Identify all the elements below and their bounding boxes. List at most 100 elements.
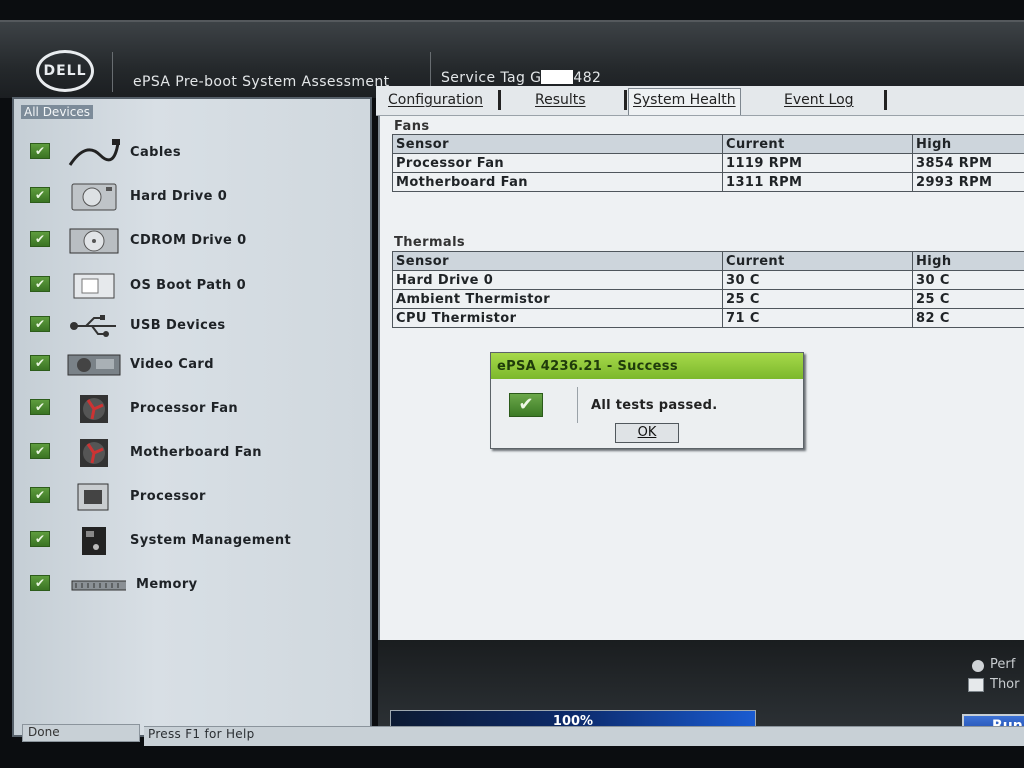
table-header-row: Sensor Current High <box>392 251 1024 271</box>
video-card-icon <box>66 349 122 381</box>
device-item[interactable]: ✔ CDROM Drive 0 <box>14 225 354 259</box>
thor-checkbox[interactable] <box>968 678 984 692</box>
dialog-message: All tests passed. <box>591 398 718 413</box>
table-cell: 82 C <box>912 308 1024 328</box>
thor-option-label: Thor <box>990 677 1020 692</box>
fans-table: Sensor Current High Processor Fan 1119 R… <box>392 134 1024 192</box>
table-cell: 1311 RPM <box>722 172 913 192</box>
column-header-high: High <box>912 134 1024 154</box>
device-item[interactable]: ✔ OS Boot Path 0 <box>14 270 354 304</box>
check-icon: ✔ <box>509 393 543 417</box>
fans-section-title: Fans <box>394 119 430 134</box>
tab-separator <box>498 90 501 110</box>
device-checkbox[interactable]: ✔ <box>30 487 50 503</box>
device-checkbox[interactable]: ✔ <box>30 355 50 371</box>
table-cell: 25 C <box>912 289 1024 309</box>
device-item[interactable]: ✔ Video Card <box>14 349 354 383</box>
header-divider <box>112 52 113 92</box>
table-cell: 2993 RPM <box>912 172 1024 192</box>
fan-icon <box>66 393 122 425</box>
tab-separator <box>624 90 627 110</box>
table-cell: 3854 RPM <box>912 153 1024 173</box>
table-cell: 30 C <box>912 270 1024 290</box>
dialog-divider <box>577 387 578 423</box>
device-item[interactable]: ✔ System Management <box>14 525 354 559</box>
device-checkbox[interactable]: ✔ <box>30 443 50 459</box>
perf-option-label: Perf <box>990 657 1016 672</box>
service-tag: Service Tag G 482 <box>441 70 601 86</box>
column-header-current: Current <box>722 134 913 154</box>
table-cell: Motherboard Fan <box>392 172 723 192</box>
device-item[interactable]: ✔ Processor Fan <box>14 393 354 427</box>
thermals-table: Sensor Current High Hard Drive 0 30 C 30… <box>392 251 1024 328</box>
device-item[interactable]: ✔ Cables <box>14 137 354 171</box>
service-tag-prefix: Service Tag G <box>441 70 542 86</box>
cable-icon <box>66 137 122 169</box>
device-checkbox[interactable]: ✔ <box>30 187 50 203</box>
tab-system-health[interactable]: System Health <box>628 88 741 115</box>
table-row: Motherboard Fan 1311 RPM 2993 RPM <box>392 172 1024 192</box>
dell-logo: DELL <box>36 50 94 92</box>
device-checkbox[interactable]: ✔ <box>30 575 50 591</box>
device-label: Processor Fan <box>130 401 239 416</box>
boot-path-icon <box>66 270 122 302</box>
table-cell: Hard Drive 0 <box>392 270 723 290</box>
dialog-title: ePSA 4236.21 - Success <box>491 353 803 379</box>
device-list-panel: All Devices ✔ Cables ✔ Hard Drive 0 ✔ CDROM D… <box>12 97 372 737</box>
table-row: Ambient Thermistor 25 C 25 C <box>392 289 1024 309</box>
table-cell: 1119 RPM <box>722 153 913 173</box>
cpu-icon <box>66 481 122 513</box>
tab-configuration[interactable]: Configuration <box>384 92 487 114</box>
device-checkbox[interactable]: ✔ <box>30 399 50 415</box>
device-label: OS Boot Path 0 <box>130 278 247 293</box>
device-label: Video Card <box>130 357 214 372</box>
device-label: USB Devices <box>130 318 226 333</box>
device-label: Memory <box>136 577 198 592</box>
memory-icon <box>70 569 129 601</box>
help-hint: Press F1 for Help <box>144 726 1024 746</box>
usb-icon <box>66 310 122 342</box>
column-header-sensor: Sensor <box>392 134 723 154</box>
device-checkbox[interactable]: ✔ <box>30 276 50 292</box>
table-row: CPU Thermistor 71 C 82 C <box>392 308 1024 328</box>
cdrom-icon <box>66 225 122 257</box>
table-header-row: Sensor Current High <box>392 134 1024 154</box>
tab-separator <box>884 90 887 110</box>
device-label: Motherboard Fan <box>130 445 262 460</box>
success-dialog: ePSA 4236.21 - Success ✔ All tests passe… <box>490 352 804 449</box>
device-item[interactable]: ✔ Motherboard Fan <box>14 437 354 471</box>
device-checkbox[interactable]: ✔ <box>30 531 50 547</box>
fan-icon <box>66 437 122 469</box>
table-row: Processor Fan 1119 RPM 3854 RPM <box>392 153 1024 173</box>
tab-results[interactable]: Results <box>531 92 590 114</box>
table-cell: 30 C <box>722 270 913 290</box>
table-row: Hard Drive 0 30 C 30 C <box>392 270 1024 290</box>
column-header-high: High <box>912 251 1024 271</box>
device-item[interactable]: ✔ Hard Drive 0 <box>14 181 354 215</box>
perf-radio[interactable] <box>972 660 984 672</box>
device-checkbox[interactable]: ✔ <box>30 231 50 247</box>
device-label: System Management <box>130 533 292 548</box>
table-cell: CPU Thermistor <box>392 308 723 328</box>
status-text: Done <box>22 724 140 742</box>
system-management-icon <box>66 525 122 557</box>
table-cell: Processor Fan <box>392 153 723 173</box>
device-checkbox[interactable]: ✔ <box>30 143 50 159</box>
redacted-mask <box>541 70 574 84</box>
device-item[interactable]: ✔ Processor <box>14 481 354 515</box>
table-cell: 71 C <box>722 308 913 328</box>
ok-button[interactable]: OK <box>615 423 679 443</box>
device-label: Hard Drive 0 <box>130 189 228 204</box>
device-item[interactable]: ✔ Memory <box>14 569 354 603</box>
app-title: ePSA Pre-boot System Assessment <box>133 74 390 90</box>
tab-event-log[interactable]: Event Log <box>780 92 858 114</box>
all-devices-heading[interactable]: All Devices <box>21 105 93 119</box>
device-label: Cables <box>130 145 182 160</box>
service-tag-suffix: 482 <box>573 70 602 86</box>
hard-drive-icon <box>66 181 122 213</box>
table-cell: 25 C <box>722 289 913 309</box>
table-cell: Ambient Thermistor <box>392 289 723 309</box>
device-item[interactable]: ✔ USB Devices <box>14 310 354 344</box>
device-checkbox[interactable]: ✔ <box>30 316 50 332</box>
device-label: CDROM Drive 0 <box>130 233 247 248</box>
